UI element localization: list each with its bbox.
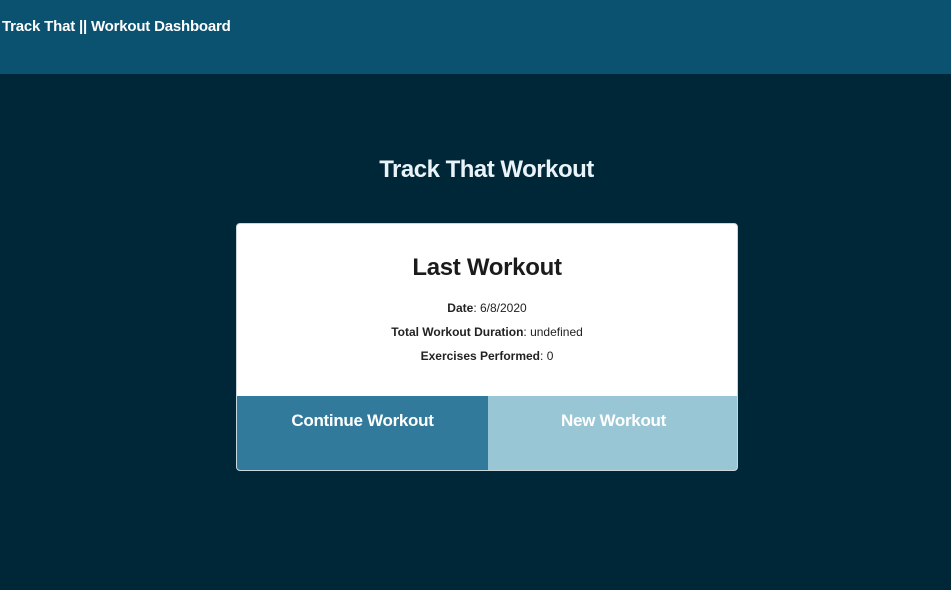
date-label: Date [447, 301, 474, 315]
workout-date: Date: 6/8/2020 [237, 301, 737, 315]
page-title: Track That Workout [379, 156, 594, 183]
last-workout-card: Last Workout Date: 6/8/2020 Total Workou… [236, 223, 738, 471]
duration-value: undefined [530, 325, 583, 339]
date-separator: : [473, 301, 480, 315]
exercises-label: Exercises Performed [420, 349, 541, 363]
new-workout-button[interactable]: New Workout [488, 396, 737, 470]
exercises-performed: Exercises Performed: 0 [237, 349, 737, 363]
brand-link[interactable]: Track That || Workout Dashboard [2, 18, 231, 35]
workout-duration: Total Workout Duration: undefined [237, 325, 737, 339]
date-value: 6/8/2020 [479, 301, 527, 315]
continue-workout-button[interactable]: Continue Workout [237, 396, 488, 470]
exercises-separator: : [540, 349, 547, 363]
duration-label: Total Workout Duration [391, 325, 524, 339]
exercises-value: 0 [546, 349, 554, 363]
navbar: Track That || Workout Dashboard [0, 0, 951, 74]
card-title: Last Workout [412, 254, 562, 281]
